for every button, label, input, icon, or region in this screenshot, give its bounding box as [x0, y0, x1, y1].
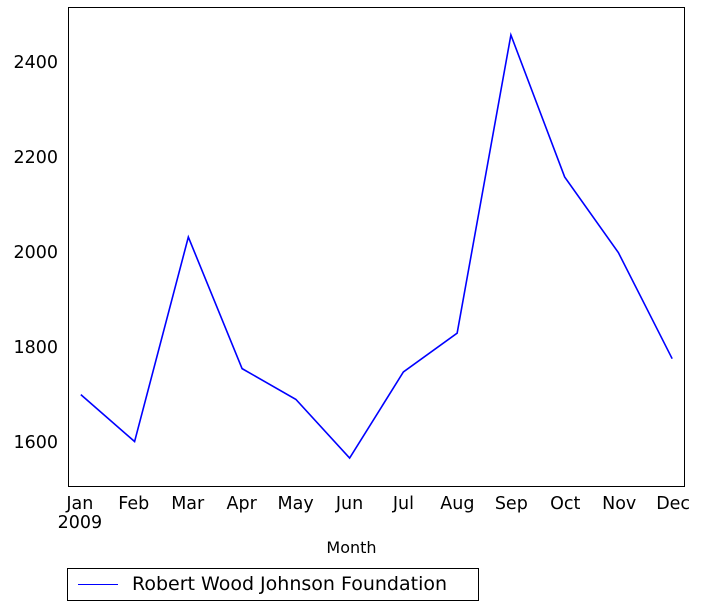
y-axis-tick-label: 1600 [13, 432, 58, 453]
plot-area [68, 7, 685, 487]
y-axis-tick-label: 2200 [13, 147, 58, 168]
y-axis-tick-label: 1800 [13, 337, 58, 358]
y-axis-tick-label: 2400 [13, 52, 58, 73]
x-axis-tick-month: Oct [550, 494, 581, 514]
x-axis-tick-month: Feb [118, 494, 150, 514]
x-axis-tick-month: Jun [335, 494, 364, 514]
x-axis-tick-month: May [277, 494, 314, 514]
x-axis-tick-month: Dec [656, 494, 691, 514]
legend-line-sample-icon [78, 584, 118, 585]
x-axis-tick-year: 2009 [57, 512, 103, 533]
x-axis-tick-month: Nov [602, 494, 637, 514]
x-axis-tick-month: Jan [66, 494, 94, 514]
x-axis-tick-month: Sep [494, 494, 528, 514]
chart-legend: Robert Wood Johnson Foundation [67, 568, 479, 601]
line-series-robert-wood-johnson-foundation [81, 35, 672, 458]
x-axis-tick-month: Apr [226, 494, 257, 514]
x-axis-tick-month: Jul [392, 494, 415, 514]
chart-figure: 1600 1800 2000 2200 2400 Jan 2009 Feb Mar Apr May… [0, 0, 703, 612]
y-axis-tick-label: 2000 [13, 242, 58, 263]
x-axis-label: Month [326, 538, 377, 557]
x-axis-tick-label: Dec [633, 495, 703, 514]
legend-item-label: Robert Wood Johnson Foundation [132, 573, 448, 595]
x-axis-tick-month: Mar [171, 494, 205, 514]
x-axis-tick-month: Aug [440, 494, 475, 514]
line-series-svg [69, 8, 684, 486]
